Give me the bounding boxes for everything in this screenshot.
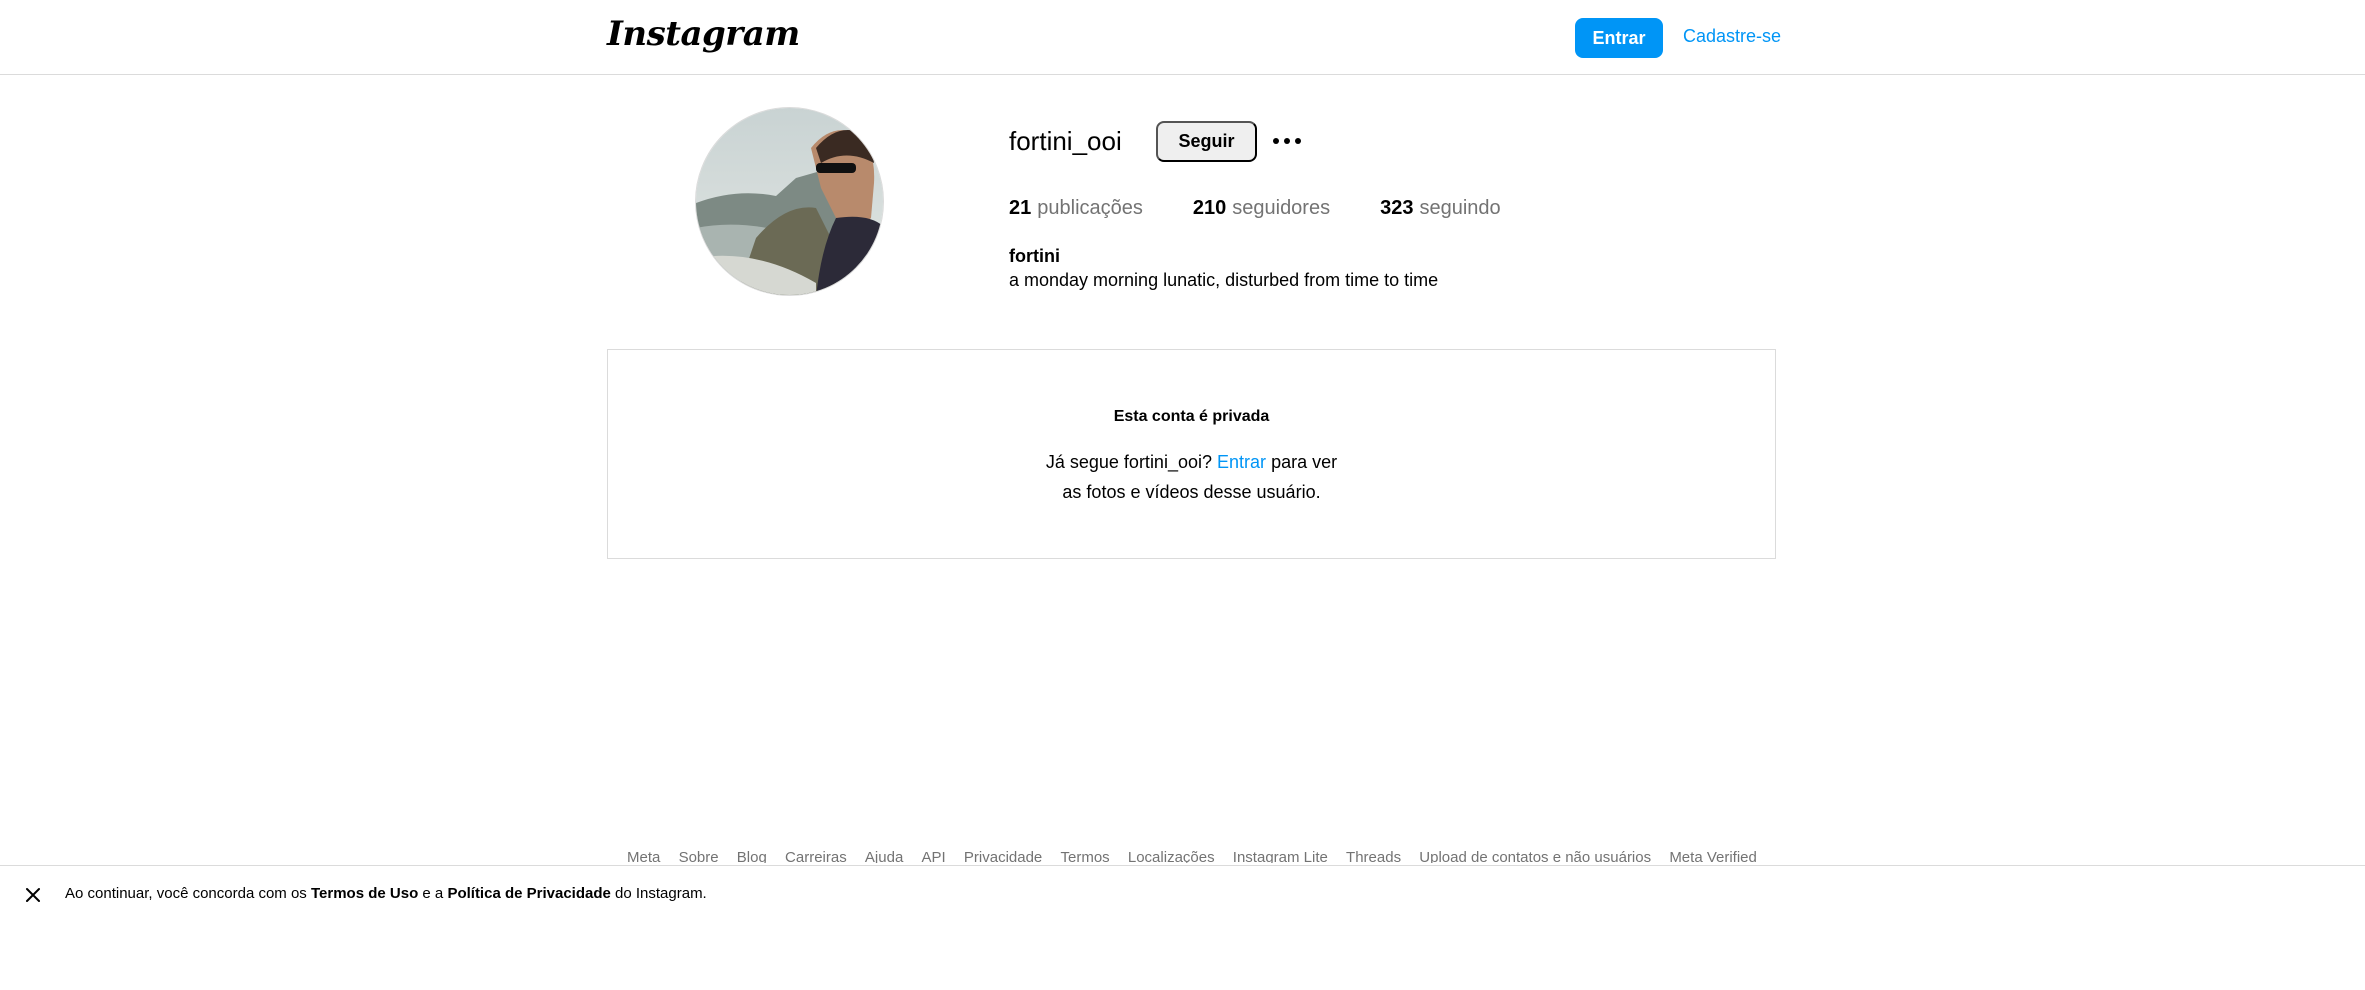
- stat-posts-count: 21: [1009, 197, 1032, 219]
- follow-button[interactable]: Seguir: [1156, 121, 1257, 162]
- footer-link-meta[interactable]: Meta: [627, 849, 660, 863]
- terms-prefix: Ao continuar, você concorda com os: [65, 885, 307, 902]
- stat-followers[interactable]: 210 seguidores: [1193, 197, 1330, 220]
- signup-link[interactable]: Cadastre-se: [1683, 26, 1781, 47]
- terms-consent-text: Ao continuar, você concorda com os Termo…: [65, 885, 707, 902]
- footer-link-instagram-lite[interactable]: Instagram Lite: [1233, 849, 1328, 863]
- stat-followers-label: seguidores: [1232, 197, 1331, 219]
- stat-followers-count: 210: [1192, 197, 1227, 219]
- footer-link-about[interactable]: Sobre: [679, 849, 719, 863]
- login-button[interactable]: Entrar: [1575, 18, 1663, 58]
- stat-following[interactable]: 323 seguindo: [1380, 197, 1501, 220]
- profile-full-name: fortini: [1009, 246, 1060, 266]
- footer-link-threads[interactable]: Threads: [1346, 849, 1401, 863]
- private-message-suffix: para ver: [1271, 452, 1338, 472]
- terms-of-use-link[interactable]: Termos de Uso: [311, 885, 418, 902]
- profile-avatar: [695, 107, 884, 296]
- close-icon[interactable]: [22, 884, 44, 906]
- footer-link-contact-upload[interactable]: Upload de contatos e não usuários: [1419, 849, 1651, 863]
- footer-link-careers[interactable]: Carreiras: [785, 849, 847, 863]
- more-options-icon[interactable]: [1270, 126, 1304, 156]
- footer-link-meta-verified[interactable]: Meta Verified: [1669, 849, 1757, 863]
- footer-link-api[interactable]: API: [922, 849, 946, 863]
- stat-following-label: seguindo: [1419, 197, 1501, 219]
- footer-links: Meta Sobre Blog Carreiras Ajuda API Priv…: [627, 849, 1757, 863]
- stat-following-count: 323: [1380, 197, 1414, 219]
- top-navigation-bar: Instagram Entrar Cadastre-se: [0, 0, 2365, 75]
- private-account-message: Já segue fortini_ooi? Entrar para ver: [608, 452, 1775, 473]
- private-account-title: Esta conta é privada: [1113, 408, 1270, 425]
- private-message-prefix: Já segue fortini_ooi?: [1045, 452, 1212, 472]
- stat-posts-label: publicações: [1037, 197, 1143, 219]
- footer-link-blog[interactable]: Blog: [737, 849, 767, 863]
- private-login-link[interactable]: Entrar: [1217, 452, 1266, 472]
- terms-middle: e a: [422, 885, 444, 902]
- instagram-logo[interactable]: Instagram: [607, 14, 800, 54]
- footer-link-privacy[interactable]: Privacidade: [964, 849, 1042, 863]
- footer-link-terms[interactable]: Termos: [1060, 849, 1109, 863]
- terms-suffix: do Instagram.: [615, 885, 707, 902]
- footer-link-help[interactable]: Ajuda: [865, 849, 903, 863]
- profile-username: fortini_ooi: [1009, 126, 1122, 156]
- privacy-policy-link[interactable]: Política de Privacidade: [447, 885, 610, 902]
- stat-posts: 21 publicações: [1009, 197, 1143, 220]
- private-account-message-line2: as fotos e vídeos desse usuário.: [1062, 482, 1321, 502]
- profile-photo-image: [696, 108, 883, 295]
- profile-stats: 21 publicações 210 seguidores 323 seguindo: [1009, 197, 1551, 220]
- profile-bio: a monday morning lunatic, disturbed from…: [1009, 270, 1439, 290]
- terms-consent-bar: Ao continuar, você concorda com os Termo…: [0, 865, 2365, 990]
- footer-link-locations[interactable]: Localizações: [1128, 849, 1215, 863]
- private-account-box: Esta conta é privada Já segue fortini_oo…: [607, 349, 1776, 559]
